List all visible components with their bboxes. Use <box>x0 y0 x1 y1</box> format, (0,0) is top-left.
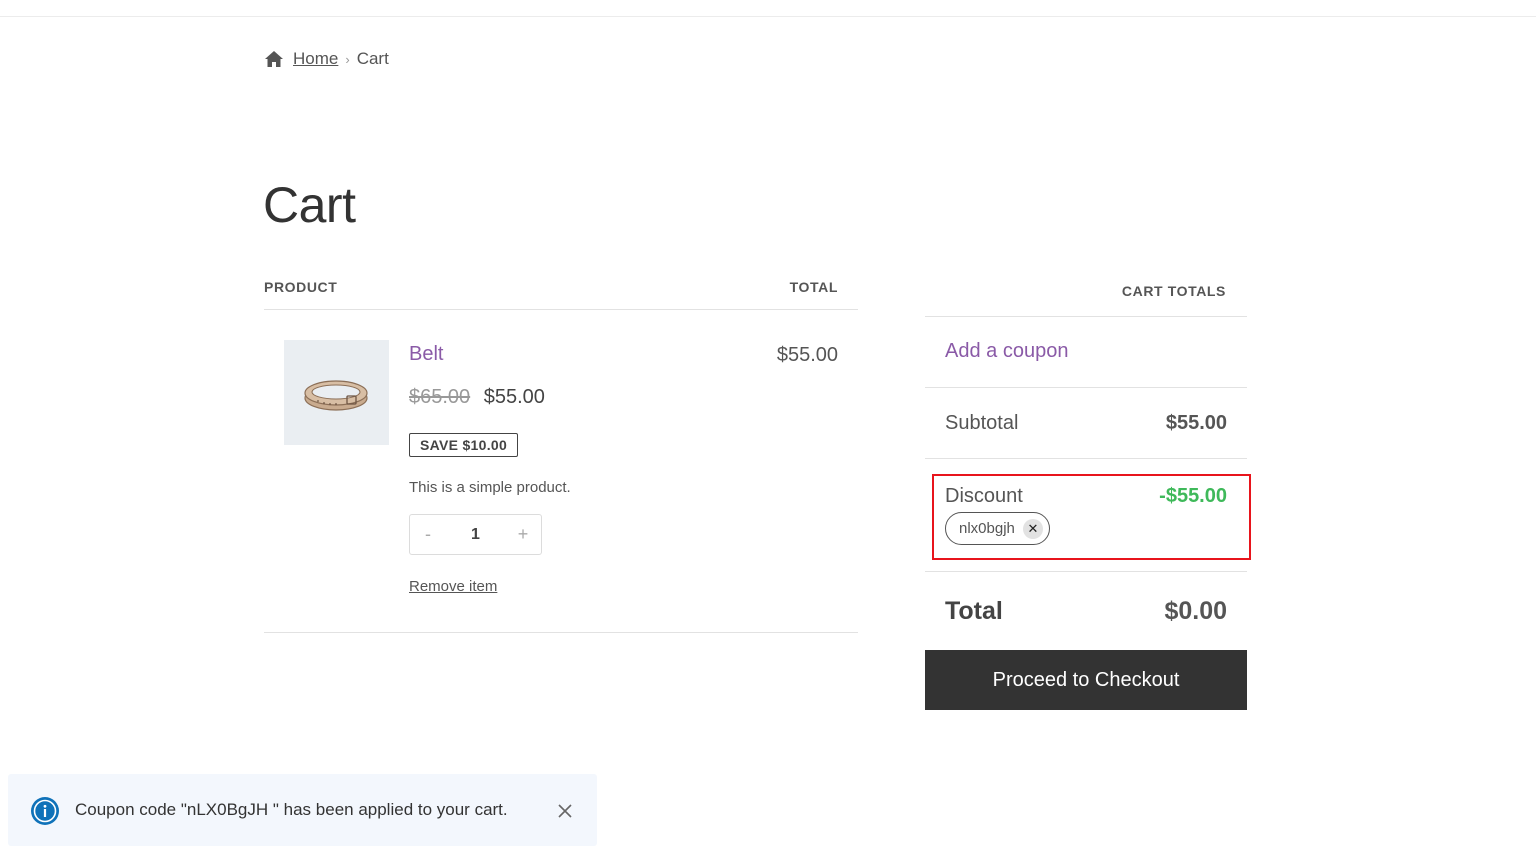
breadcrumb-home-link[interactable]: Home <box>293 49 338 69</box>
breadcrumb-current: Cart <box>356 49 389 68</box>
remove-coupon-icon[interactable]: ✕ <box>1022 518 1043 539</box>
cart-totals: CART TOTALS Add a coupon Subtotal $55.00… <box>925 270 1251 710</box>
line-total: $55.00 <box>776 344 838 366</box>
breadcrumb: Home › Cart <box>264 48 389 70</box>
original-price: $65.00 <box>409 386 471 408</box>
notice-message: Coupon code "nLX0BgJH " has been applied… <box>75 800 508 819</box>
product-price: $65.00 $55.00 <box>409 386 545 409</box>
quantity-increase-button[interactable]: + <box>505 524 541 545</box>
coupon-code: nlx0bgjh <box>959 520 1015 537</box>
save-badge: SAVE $10.00 <box>409 433 519 457</box>
breadcrumb-separator: › <box>345 51 350 67</box>
header-total: TOTAL <box>789 279 838 295</box>
total-row: Total $0.00 <box>925 572 1247 650</box>
discount-label: Discount <box>945 485 1023 507</box>
cart-item-row: Belt $65.00 $55.00 SAVE $10.00 This is a… <box>264 310 858 633</box>
subtotal-value: $55.00 <box>1165 411 1227 434</box>
discount-row: Discount -$55.00 nlx0bgjh ✕ <box>925 459 1251 572</box>
quantity-value[interactable]: 1 <box>446 526 505 544</box>
subtotal-label: Subtotal <box>945 411 1019 434</box>
remove-item-link[interactable]: Remove item <box>409 578 497 595</box>
quantity-stepper: - 1 + <box>409 514 542 555</box>
total-label: Total <box>945 596 1003 625</box>
coupon-row: Add a coupon <box>925 317 1247 388</box>
quantity-decrease-button[interactable]: - <box>410 524 446 545</box>
total-value: $0.00 <box>1164 596 1227 625</box>
discount-value: -$55.00 <box>1159 485 1227 507</box>
header-product: PRODUCT <box>264 279 338 295</box>
coupon-chip: nlx0bgjh ✕ <box>945 512 1050 545</box>
info-icon <box>30 796 60 826</box>
home-icon <box>264 50 284 68</box>
cart-totals-heading: CART TOTALS <box>925 270 1247 317</box>
page-title: Cart <box>263 177 356 233</box>
proceed-to-checkout-button[interactable]: Proceed to Checkout <box>925 650 1247 710</box>
sale-price: $55.00 <box>483 386 545 408</box>
product-thumbnail[interactable] <box>284 340 389 445</box>
product-name-link[interactable]: Belt <box>409 343 443 366</box>
belt-image <box>303 379 368 411</box>
close-icon[interactable] <box>556 802 574 820</box>
subtotal-row: Subtotal $55.00 <box>925 388 1247 459</box>
cart-items-header: PRODUCT TOTAL <box>264 278 858 310</box>
product-description: This is a simple product. <box>409 479 571 496</box>
top-divider <box>0 16 1536 17</box>
add-coupon-link[interactable]: Add a coupon <box>945 340 1068 362</box>
coupon-applied-notice: Coupon code "nLX0BgJH " has been applied… <box>8 774 597 846</box>
